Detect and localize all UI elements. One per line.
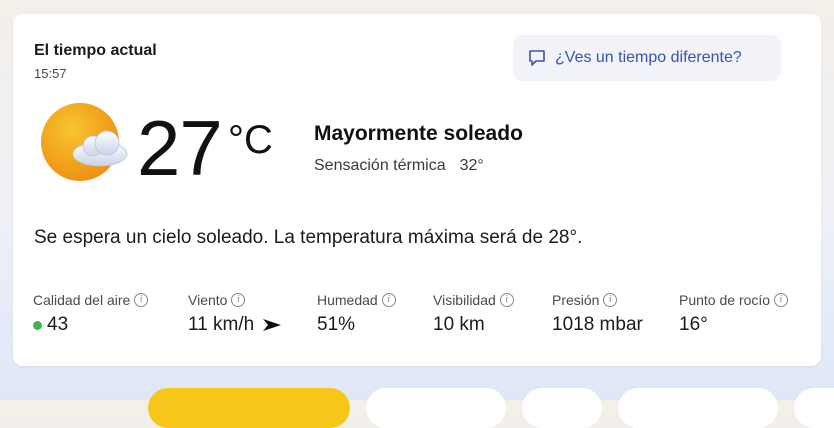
info-icon[interactable]: i — [231, 293, 246, 307]
chat-feedback-icon — [529, 50, 545, 66]
condition-text: Mayormente soleado — [314, 122, 523, 145]
different-weather-label: ¿Ves un tiempo diferente? — [555, 49, 742, 66]
metric-value: 1018 mbar — [552, 314, 643, 335]
metric-visibility[interactable]: Visibilidad i 10 km — [433, 292, 514, 336]
wind-direction-arrow-icon — [263, 319, 282, 331]
info-icon[interactable]: i — [134, 293, 149, 307]
tab-pill-active[interactable] — [148, 388, 350, 428]
tab-pill[interactable] — [618, 388, 778, 428]
tab-pill[interactable] — [794, 388, 834, 428]
update-time: 15:57 — [34, 66, 67, 81]
air-quality-status-dot — [33, 320, 42, 330]
metric-value: 10 km — [433, 314, 485, 335]
metric-label: Presión — [552, 292, 600, 308]
tab-pill[interactable] — [522, 388, 602, 428]
metric-value: 51% — [317, 314, 356, 335]
sun-behind-cloud-icon — [41, 103, 128, 181]
metric-value: 11 km/h — [188, 314, 255, 335]
different-weather-button[interactable]: ¿Ves un tiempo diferente? — [513, 35, 781, 81]
forecast-summary: Se espera un cielo soleado. La temperatu… — [34, 227, 583, 248]
metric-label: Humedad — [317, 292, 378, 308]
metric-label: Calidad del aire — [33, 292, 131, 308]
metric-humidity[interactable]: Humedad i 51% — [317, 292, 396, 336]
feels-like-label: Sensación térmica — [314, 157, 446, 174]
info-icon[interactable]: i — [499, 293, 514, 307]
metric-label: Viento — [188, 292, 228, 308]
metric-pressure[interactable]: Presión i 1018 mbar — [552, 292, 643, 336]
feels-like: Sensación térmica 32° — [314, 157, 484, 175]
metric-value: 16° — [679, 314, 708, 335]
metric-air-quality[interactable]: Calidad del aire i 43 — [33, 292, 149, 336]
card-title: El tiempo actual — [34, 42, 157, 59]
info-icon[interactable]: i — [603, 293, 618, 307]
metric-value: 43 — [47, 314, 69, 335]
current-temperature: 27 — [137, 104, 223, 192]
temperature-unit[interactable]: °C — [228, 118, 273, 162]
feels-like-value: 32° — [459, 157, 484, 174]
tab-pill[interactable] — [366, 388, 506, 428]
metric-label: Punto de rocío — [679, 292, 771, 308]
current-weather-card: El tiempo actual 15:57 ¿Ves un tiempo di… — [13, 14, 821, 366]
info-icon[interactable]: i — [774, 293, 789, 307]
info-icon[interactable]: i — [381, 293, 396, 307]
metric-label: Visibilidad — [433, 292, 496, 308]
metric-wind[interactable]: Viento i 11 km/h — [188, 292, 282, 336]
metric-dew-point[interactable]: Punto de rocío i 16° — [679, 292, 789, 336]
